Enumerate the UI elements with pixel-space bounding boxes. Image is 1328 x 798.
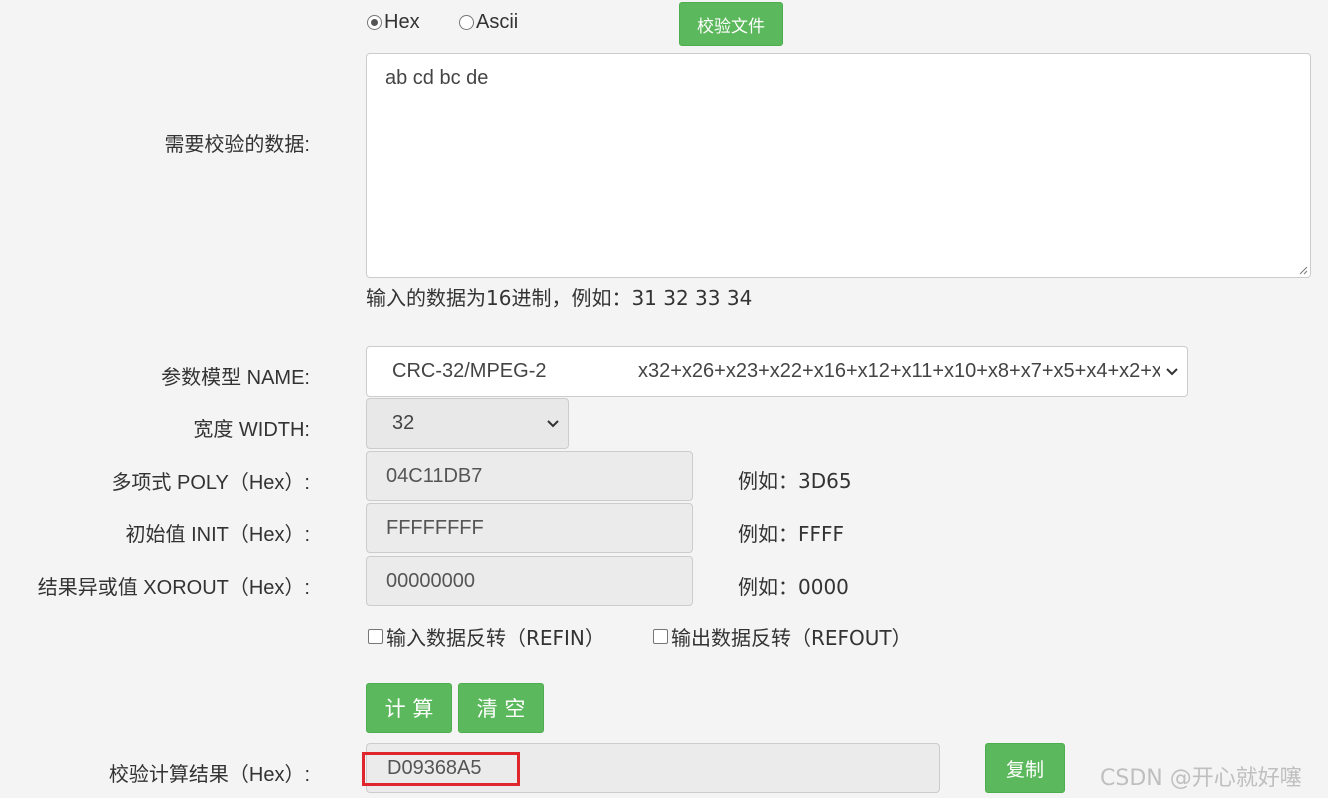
- calculate-button[interactable]: 计 算: [366, 683, 452, 733]
- resize-handle-icon[interactable]: [1298, 265, 1308, 275]
- width-label: 宽度 WIDTH:: [193, 419, 310, 441]
- data-textarea-value: ab cd bc de: [385, 67, 489, 89]
- name-select[interactable]: CRC-32/MPEG-2 x32+x26+x23+x22+x16+x12+x1…: [366, 346, 1188, 397]
- xorout-label: 结果异或值 XOROUT（Hex）:: [37, 577, 310, 599]
- init-label: 初始值 INIT（Hex）:: [125, 524, 310, 546]
- xorout-input-value: 00000000: [386, 569, 475, 592]
- refout-checkbox-box[interactable]: [653, 629, 668, 644]
- watermark: CSDN @开心就好噻: [1100, 766, 1302, 791]
- refin-checkbox-box[interactable]: [368, 629, 383, 644]
- chevron-down-icon: [1166, 367, 1178, 375]
- xorout-input[interactable]: 00000000: [366, 556, 693, 606]
- result-label: 校验计算结果（Hex）:: [108, 764, 310, 786]
- name-select-value: CRC-32/MPEG-2: [392, 360, 547, 382]
- format-hex-radio[interactable]: Hex: [367, 10, 420, 34]
- ascii-radio-label: Ascii: [476, 10, 519, 33]
- data-textarea[interactable]: ab cd bc de: [366, 53, 1311, 278]
- result-highlight-box: [362, 752, 520, 786]
- ascii-radio-indicator[interactable]: [459, 14, 474, 30]
- width-select[interactable]: 32: [366, 398, 569, 449]
- init-example: 例如：FFFF: [738, 522, 845, 546]
- poly-label: 多项式 POLY（Hex）:: [111, 472, 310, 494]
- data-hint: 输入的数据为16进制，例如：31 32 33 34: [366, 286, 753, 310]
- data-label: 需要校验的数据:: [164, 134, 310, 156]
- width-select-value: 32: [392, 412, 415, 434]
- init-input[interactable]: FFFFFFFF: [366, 503, 693, 553]
- xorout-example: 例如：0000: [738, 575, 849, 599]
- refout-checkbox[interactable]: 输出数据反转（REFOUT）: [653, 622, 912, 651]
- chevron-down-icon: [547, 419, 559, 427]
- hex-radio-indicator[interactable]: [367, 14, 382, 30]
- clear-button[interactable]: 清 空: [458, 683, 544, 733]
- refin-label: 输入数据反转（REFIN）: [386, 626, 605, 650]
- format-ascii-radio[interactable]: Ascii: [459, 10, 518, 34]
- poly-input-value: 04C11DB7: [386, 464, 483, 487]
- poly-example: 例如：3D65: [738, 469, 852, 493]
- name-label: 参数模型 NAME:: [161, 367, 310, 389]
- hex-radio-label: Hex: [384, 10, 420, 33]
- check-file-button[interactable]: 校验文件: [679, 2, 783, 46]
- poly-input[interactable]: 04C11DB7: [366, 451, 693, 501]
- copy-button[interactable]: 复制: [985, 743, 1065, 793]
- init-input-value: FFFFFFFF: [386, 516, 484, 539]
- name-select-formula: x32+x26+x23+x22+x16+x12+x11+x10+x8+x7+x5…: [638, 360, 1160, 382]
- refout-label: 输出数据反转（REFOUT）: [671, 626, 912, 650]
- refin-checkbox[interactable]: 输入数据反转（REFIN）: [368, 622, 605, 651]
